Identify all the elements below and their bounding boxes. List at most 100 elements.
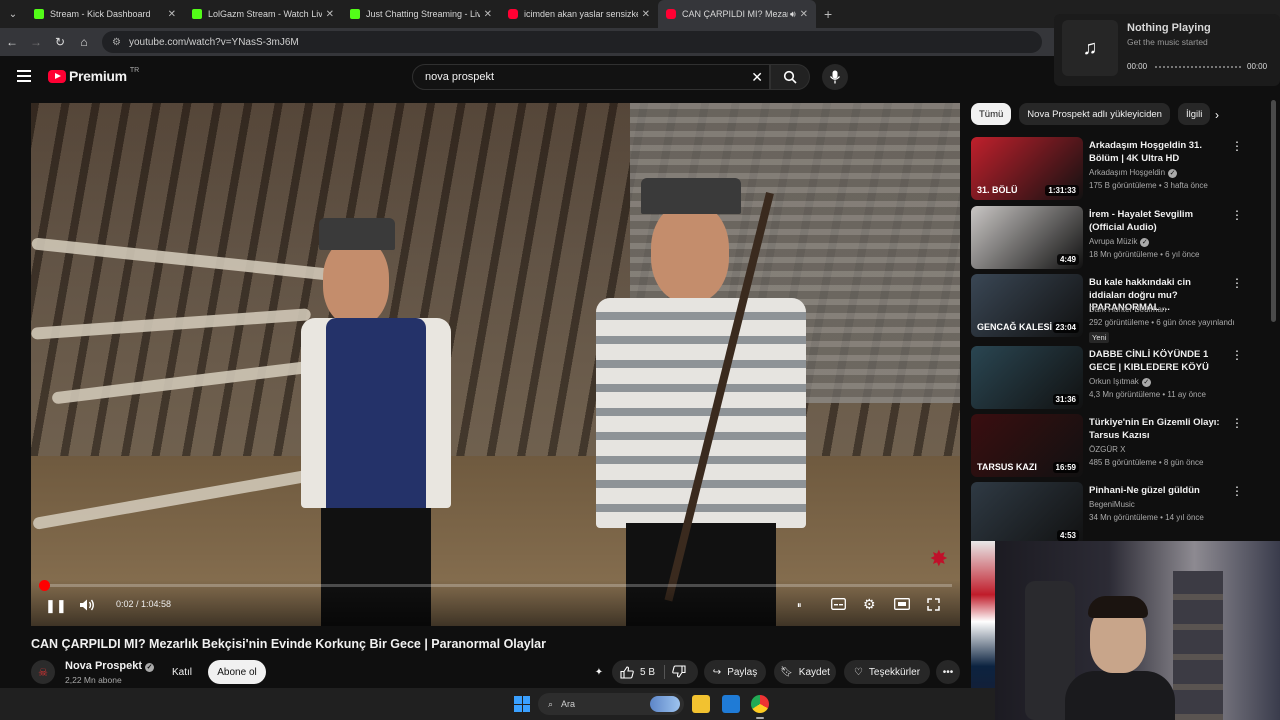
filter-chips: Tümü Nova Prospekt adlı yükleyiciden İlgil…	[971, 103, 1211, 125]
taskbar-search[interactable]: ⌕ Ara	[538, 693, 684, 715]
tab-search-chevron-icon[interactable]: ⌄	[0, 0, 26, 28]
recommended-video[interactable]: 4:49 İrem - Hayalet Sevgilim (Official Au…	[971, 206, 1271, 272]
share-button[interactable]: ↪ Paylaş	[704, 660, 766, 684]
progress-scrubber[interactable]	[39, 580, 50, 591]
browser-tab[interactable]: Stream - Kick Dashboard ✕	[26, 0, 184, 28]
sidebar-scrollbar[interactable]	[1271, 100, 1276, 322]
dislike-button[interactable]	[672, 665, 686, 681]
filter-chip[interactable]: Nova Prospekt adlı yükleyiciden	[1019, 103, 1170, 125]
join-button[interactable]: Katıl	[163, 660, 201, 684]
video-thumbnail[interactable]: 31. BÖLÜ 1:31:33	[971, 137, 1083, 200]
more-options-icon[interactable]: ⋮	[1231, 139, 1243, 153]
recommended-channel[interactable]: ÖZGÜR X	[1089, 445, 1125, 454]
recommended-channel[interactable]: Orkun Işıtmak ✓	[1089, 377, 1151, 387]
video-player[interactable]: ✸ ❚❚ 0:02 / 1:04:58 ⏸ ⚙	[31, 103, 960, 626]
paint-app-icon[interactable]	[722, 695, 740, 713]
search-icon	[783, 70, 797, 84]
browser-tab[interactable]: LolGazm Stream - Watch Live o ✕	[184, 0, 342, 28]
more-options-icon[interactable]: ⋮	[1231, 208, 1243, 222]
save-button[interactable]: 🔖︎ Kaydet	[774, 660, 836, 684]
more-options-icon[interactable]: ⋮	[1231, 348, 1243, 362]
subscribe-button[interactable]: Abone ol	[208, 660, 266, 684]
search-input[interactable]: nova prospekt ✕	[412, 64, 770, 90]
time-display: 0:02 / 1:04:58	[116, 599, 172, 609]
music-progress[interactable]	[1155, 66, 1241, 68]
video-thumbnail[interactable]: TARSUS KAZI 16:59	[971, 414, 1083, 477]
new-tab-button[interactable]: +	[824, 6, 832, 22]
more-options-icon[interactable]: ⋮	[1231, 276, 1243, 290]
logo-premium-text: Premium	[69, 68, 127, 84]
recommended-video[interactable]: 31. BÖLÜ 1:31:33 Arkadaşım Hoşgeldin 31. B…	[971, 137, 1271, 203]
close-tab-icon[interactable]: ✕	[168, 9, 176, 20]
thanks-button[interactable]: ♡ Teşekkürler	[844, 660, 930, 684]
video-thumbnail[interactable]: 4:49	[971, 206, 1083, 269]
subtitles-icon[interactable]	[831, 598, 846, 613]
like-dislike-group: 5 B	[612, 660, 698, 684]
more-actions-icon[interactable]: •••	[936, 660, 960, 684]
video-thumbnail[interactable]: 4:53	[971, 482, 1083, 545]
recommended-title[interactable]: Türkiye'nin En Gizemli Olayı: Tarsus Kaz…	[1089, 417, 1229, 442]
close-tab-icon[interactable]: ✕	[642, 9, 650, 20]
volume-icon[interactable]	[79, 598, 95, 615]
recommended-channel[interactable]: Arkadaşım Hoşgeldin ✓	[1089, 168, 1178, 178]
close-tab-icon[interactable]: ✕	[800, 9, 808, 20]
settings-gear-icon[interactable]: ⚙	[863, 596, 876, 613]
recommended-video[interactable]: GENCAĞ KALESİ 23:04 Bu kale hakkındaki cin…	[971, 274, 1271, 343]
tab-title: CAN ÇARPILDI MI? Mezarlı	[682, 9, 788, 19]
search-button[interactable]	[770, 64, 810, 90]
recommended-channel[interactable]: BegeniMusic	[1089, 500, 1135, 509]
recommended-video[interactable]: 31:36 DABBE CİNLİ KÖYÜNDE 1 GECE | KIBLED…	[971, 346, 1271, 412]
chrome-icon[interactable]	[751, 695, 769, 713]
recommended-meta: 34 Mn görüntüleme • 14 yıl önce	[1089, 513, 1204, 522]
recommended-channel[interactable]: Dark Hunter Bedirhan	[1089, 305, 1166, 314]
recommended-title[interactable]: Arkadaşım Hoşgeldin 31. Bölüm | 4K Ultra…	[1089, 140, 1229, 165]
music-note-icon: ♫	[1062, 20, 1118, 76]
recommended-video[interactable]: TARSUS KAZI 16:59 Türkiye'nin En Gizemli O…	[971, 414, 1271, 480]
more-options-icon[interactable]: ⋮	[1231, 484, 1243, 498]
recommended-channel[interactable]: Avrupa Müzik ✓	[1089, 237, 1150, 247]
voice-search-button[interactable]	[822, 64, 848, 90]
video-thumbnail[interactable]: GENCAĞ KALESİ 23:04	[971, 274, 1083, 337]
url-field[interactable]: ⚙ youtube.com/watch?v=YNasS-3mJ6M	[102, 31, 1042, 53]
recommended-video[interactable]: 4:53 Pinhani-Ne güzel güldün BegeniMusic 34…	[971, 482, 1271, 548]
filter-chip[interactable]: İlgili	[1177, 103, 1211, 125]
pause-icon[interactable]: ❚❚	[45, 598, 67, 614]
fullscreen-icon[interactable]	[927, 598, 940, 614]
channel-avatar[interactable]: ☠	[31, 660, 55, 684]
taskbar-search-placeholder: Ara	[561, 699, 576, 709]
recommended-title[interactable]: İrem - Hayalet Sevgilim (Official Audio)	[1089, 209, 1229, 234]
new-badge: Yeni	[1089, 332, 1110, 343]
file-explorer-icon[interactable]	[692, 695, 710, 713]
filter-chip[interactable]: Tümü	[971, 103, 1012, 125]
windows-taskbar: ⌕ Ara	[0, 688, 995, 720]
channel-watermark-star-icon: ✸	[929, 546, 948, 571]
reload-icon[interactable]: ↻	[48, 35, 72, 49]
autoplay-toggle-icon[interactable]: ⏸	[797, 600, 802, 611]
more-options-icon[interactable]: ⋮	[1231, 416, 1243, 430]
recommended-title[interactable]: DABBE CİNLİ KÖYÜNDE 1 GECE | KIBLEDERE K…	[1089, 349, 1229, 374]
windows-start-icon[interactable]	[514, 696, 530, 712]
forward-icon[interactable]: →	[24, 35, 48, 49]
browser-tab[interactable]: Just Chatting Streaming - Live S ✕	[342, 0, 500, 28]
browser-tab[interactable]: icimden akan yaslar sensizken y ✕	[500, 0, 658, 28]
sparkle-icon[interactable]: ✦	[588, 660, 610, 684]
tab-audio-icon[interactable]: 🔊︎	[790, 9, 796, 20]
site-info-icon[interactable]: ⚙	[112, 37, 121, 48]
video-duration: 31:36	[1052, 394, 1079, 405]
video-thumbnail[interactable]: 31:36	[971, 346, 1083, 409]
progress-bar[interactable]	[39, 580, 952, 591]
theater-mode-icon[interactable]	[894, 598, 910, 613]
recommended-title[interactable]: Pinhani-Ne güzel güldün	[1089, 485, 1229, 498]
chips-next-icon[interactable]: ›	[1215, 108, 1219, 122]
like-button[interactable]: 5 B	[620, 665, 655, 679]
close-tab-icon[interactable]: ✕	[484, 9, 492, 20]
clear-search-icon[interactable]: ✕	[751, 69, 763, 86]
back-icon[interactable]: ←	[0, 35, 24, 49]
home-icon[interactable]: ⌂	[72, 35, 96, 49]
close-tab-icon[interactable]: ✕	[326, 9, 334, 20]
recommended-meta: 175 B görüntüleme • 3 hafta önce	[1089, 181, 1208, 190]
browser-tab[interactable]: CAN ÇARPILDI MI? Mezarlı 🔊︎ ✕	[658, 0, 816, 28]
menu-icon[interactable]	[17, 70, 31, 82]
youtube-logo[interactable]: Premium TR	[48, 67, 139, 84]
channel-name[interactable]: Nova Prospekt ✓	[65, 660, 155, 672]
